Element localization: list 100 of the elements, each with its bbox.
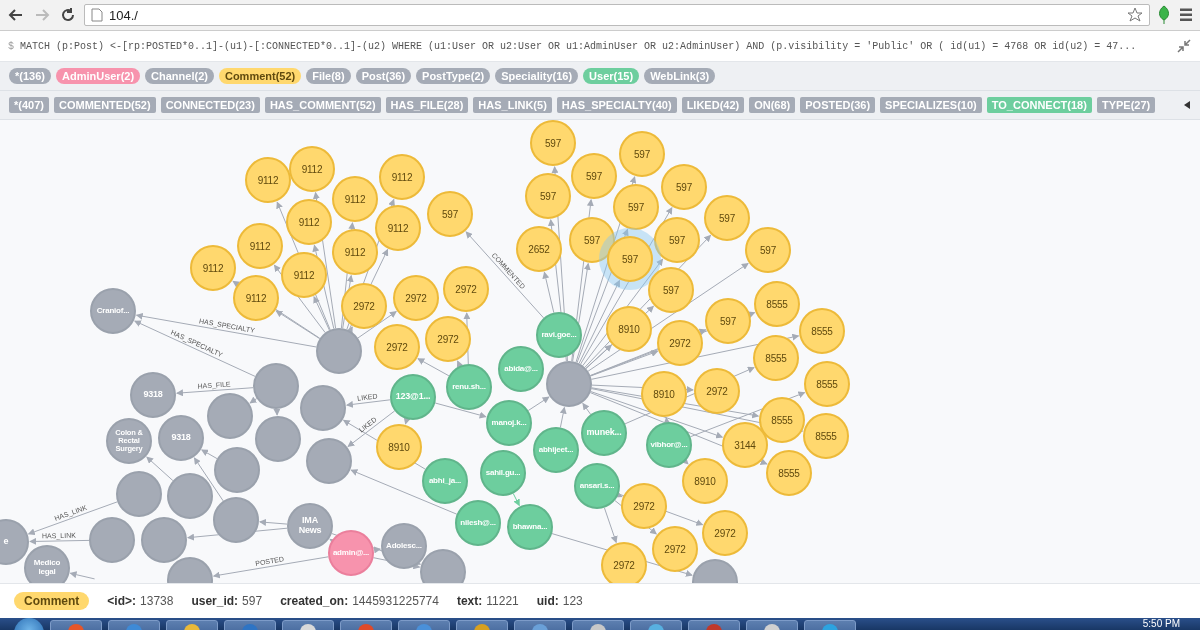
graph-node[interactable]: 9112 [233,275,279,321]
graph-node[interactable]: 2972 [425,316,471,362]
relationship-arrow[interactable] [582,402,592,415]
relationship-arrow[interactable] [259,518,288,526]
relationship-arrow[interactable] [193,457,224,502]
relationship-arrow[interactable] [512,493,520,507]
graph-node[interactable]: 8555 [766,450,812,496]
graph-node[interactable]: 597 [619,131,665,177]
graph-node[interactable]: 597 [705,298,751,344]
graph-node[interactable]: 2972 [393,275,439,321]
graph-node[interactable] [300,385,346,431]
graph-node[interactable] [306,438,352,484]
graph-node[interactable] [141,517,187,563]
relationship-arrow[interactable] [542,271,555,314]
relationship-arrow[interactable] [434,402,487,419]
relationship-arrow[interactable] [585,344,612,369]
relationship-arrow[interactable] [527,396,550,411]
graph-node[interactable]: 2972 [443,266,489,312]
graph-node[interactable] [253,363,299,409]
relationship-arrow[interactable] [146,456,174,482]
graph-node[interactable]: 9112 [379,154,425,200]
graph-node[interactable]: 597 [607,236,653,282]
relationship-arrow[interactable] [578,279,620,364]
graph-node[interactable]: 8555 [753,335,799,381]
relationship-arrow[interactable] [273,408,281,416]
graph-node[interactable]: 8555 [804,361,850,407]
graph-node[interactable]: 9112 [286,199,332,245]
label-chip[interactable]: Comment [14,592,90,610]
graph-node[interactable] [546,361,592,407]
address-field[interactable]: 104./ [84,4,1150,26]
graph-node[interactable] [213,497,259,543]
graph-node[interactable]: 2972 [374,324,420,370]
graph-node[interactable] [255,416,301,462]
relationship-arrow[interactable] [346,326,353,335]
graph-node[interactable]: 597 [525,173,571,219]
graph-node[interactable]: 8910 [641,371,687,417]
collapse-arrow-icon[interactable] [1184,101,1190,109]
graph-node[interactable]: 597 [704,195,750,241]
graph-node[interactable]: 9112 [332,176,378,222]
relationship-arrow[interactable] [249,396,258,404]
relationship-arrow[interactable] [590,350,659,377]
graph-node[interactable] [167,473,213,519]
graph-node[interactable]: 597 [569,217,615,263]
graph-node[interactable]: 2972 [341,283,387,329]
graph-node[interactable]: 2972 [621,483,667,529]
graph-node[interactable]: 8555 [759,397,805,443]
graph-node[interactable] [89,517,135,563]
relationship-arrow[interactable] [663,417,671,425]
graph-node[interactable] [214,447,260,493]
graph-node[interactable]: 9112 [190,245,236,291]
relationship-arrow[interactable] [456,360,464,368]
relationship-arrow[interactable] [201,449,218,460]
graph-node[interactable]: 9112 [289,146,335,192]
relationship-arrow[interactable] [134,320,256,377]
graph-node[interactable]: 8555 [754,281,800,327]
relationship-arrow[interactable] [403,417,411,425]
graph-node[interactable] [420,549,466,583]
relationship-arrow[interactable] [69,571,96,580]
graph-node[interactable]: 9112 [332,229,378,275]
graph-node[interactable]: 8910 [682,458,728,504]
graph-node[interactable]: 8910 [606,306,652,352]
graph-node[interactable]: 597 [654,217,700,263]
graph-node[interactable]: 2972 [652,526,698,572]
graph-node[interactable]: 597 [661,164,707,210]
graph-node[interactable]: 9112 [237,223,283,269]
collapse-icon[interactable] [1176,38,1192,54]
graph-node[interactable]: 8555 [803,413,849,459]
label-chip[interactable]: Comment(52) [218,68,302,84]
bookmark-star-icon[interactable] [1127,7,1143,23]
graph-node[interactable]: 9112 [245,157,291,203]
graph-node[interactable]: 597 [613,184,659,230]
relationship-arrow[interactable] [313,296,330,331]
graph-node[interactable]: 597 [745,227,791,273]
graph-node[interactable]: 9112 [375,205,421,251]
graph-node[interactable] [207,393,253,439]
relationship-arrow[interactable] [417,358,450,377]
graph-node[interactable]: 2972 [657,320,703,366]
graph-node[interactable]: 2972 [601,542,647,583]
graph-node[interactable]: 3144 [722,422,768,468]
graph-node[interactable]: 597 [427,191,473,237]
query-text[interactable]: MATCH (p:Post) <-[rp:POSTED*0..1]-(u1)-[:CONNECTED*0..1]-(u2) WHERE (u1:User OR u2:User OR u1:AdminUser OR u2:AdminUser) AND (p.visibility = 'Public' OR ( id(u1) = 4768 OR id(u2) = 47... [20,40,1170,52]
graph-node[interactable]: 8555 [799,308,845,354]
relationship-arrow[interactable] [345,399,391,408]
graph-node[interactable]: 597 [571,153,617,199]
relationship-arrow[interactable] [559,406,567,428]
graph-node[interactable]: 2652 [516,226,562,272]
relationship-arrow[interactable] [212,556,329,579]
graph-node[interactable] [316,328,362,374]
graph-node[interactable]: 597 [648,267,694,313]
graph-node[interactable]: 597 [530,120,576,166]
menu-icon[interactable] [1178,7,1194,23]
graph-node[interactable]: 9112 [281,252,327,298]
relationship-arrow[interactable] [603,507,618,544]
relationship-arrow[interactable] [373,546,382,554]
leaf-icon[interactable] [1156,5,1172,25]
graph-node[interactable]: 8910 [376,424,422,470]
graph-node[interactable]: 2972 [702,510,748,556]
graph-node[interactable]: 2972 [694,368,740,414]
relationship-arrow[interactable] [275,310,321,340]
graph-node[interactable] [116,471,162,517]
